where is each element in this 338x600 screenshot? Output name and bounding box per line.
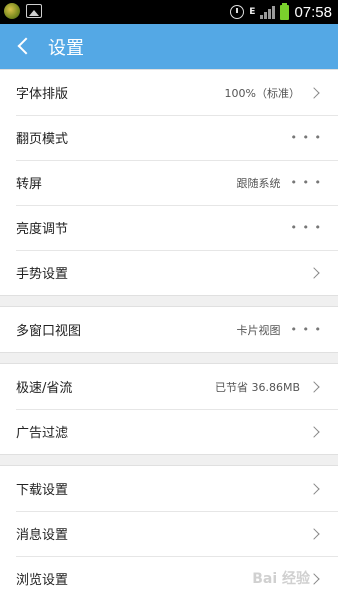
settings-row-label: 字体排版 [16, 87, 69, 102]
settings-row-label: 翻页模式 [16, 132, 69, 147]
settings-row[interactable]: 翻页模式 • • • [0, 115, 338, 160]
settings-row-label: 广告过滤 [16, 426, 69, 441]
settings-group: 字体排版 100%（标准） 翻页模式 • • • 转屏 跟随系统 • • • 亮度调节 • • … [0, 69, 338, 296]
status-bar: E 07:58 [0, 0, 338, 24]
settings-row[interactable]: 转屏 跟随系统 • • • [0, 160, 338, 205]
settings-row-label: 极速/省流 [16, 381, 73, 396]
battery-icon [280, 2, 290, 20]
app-notification-icon [4, 3, 20, 19]
more-dots-icon[interactable]: • • • [291, 131, 322, 144]
settings-row-value: 100%（标准） [224, 86, 300, 100]
chevron-right-icon [308, 380, 320, 393]
settings-row[interactable]: 手势设置 [0, 250, 338, 295]
settings-group: 多窗口视图 卡片视图 • • • [0, 306, 338, 353]
settings-row[interactable]: 下载设置 [0, 466, 338, 511]
settings-row-label: 多窗口视图 [16, 324, 82, 339]
settings-list: 字体排版 100%（标准） 翻页模式 • • • 转屏 跟随系统 • • • 亮度调节 • • … [0, 69, 338, 600]
alarm-icon [230, 5, 245, 19]
chevron-right-icon [308, 482, 320, 495]
signal-icon [260, 5, 276, 19]
network-type: E [249, 6, 256, 17]
settings-row[interactable]: 字体排版 100%（标准） [0, 70, 338, 115]
watermark-logo: Bai 经验 [252, 571, 310, 587]
page-title: 设置 [48, 37, 84, 59]
settings-row-label: 下载设置 [16, 483, 69, 498]
chevron-right-icon [308, 425, 320, 438]
settings-row-label: 亮度调节 [16, 222, 69, 237]
more-dots-icon[interactable]: • • • [291, 176, 322, 189]
settings-row-label: 消息设置 [16, 528, 69, 543]
clock-time: 07:58 [294, 3, 332, 21]
settings-row-label: 转屏 [16, 177, 43, 192]
settings-row-value: 卡片视图 [236, 323, 281, 337]
back-arrow-icon[interactable] [0, 24, 40, 69]
settings-row-value: 跟随系统 [236, 176, 281, 190]
chevron-right-icon [308, 86, 320, 99]
settings-row[interactable]: 多窗口视图 卡片视图 • • • [0, 307, 338, 352]
chevron-right-icon [308, 266, 320, 279]
settings-row-label: 手势设置 [16, 267, 69, 282]
chevron-right-icon [308, 572, 320, 585]
more-dots-icon[interactable]: • • • [291, 323, 322, 336]
image-notification-icon [26, 4, 42, 18]
settings-row-value: 已节省 36.86MB [214, 380, 300, 394]
settings-row[interactable]: 极速/省流 已节省 36.86MB [0, 364, 338, 409]
settings-row[interactable]: 广告过滤 [0, 409, 338, 454]
settings-row[interactable]: 亮度调节 • • • [0, 205, 338, 250]
more-dots-icon[interactable]: • • • [291, 221, 322, 234]
settings-group: 极速/省流 已节省 36.86MB 广告过滤 [0, 363, 338, 455]
header-bar: 设置 [0, 24, 338, 69]
chevron-right-icon [308, 527, 320, 540]
settings-row[interactable]: 消息设置 [0, 511, 338, 556]
